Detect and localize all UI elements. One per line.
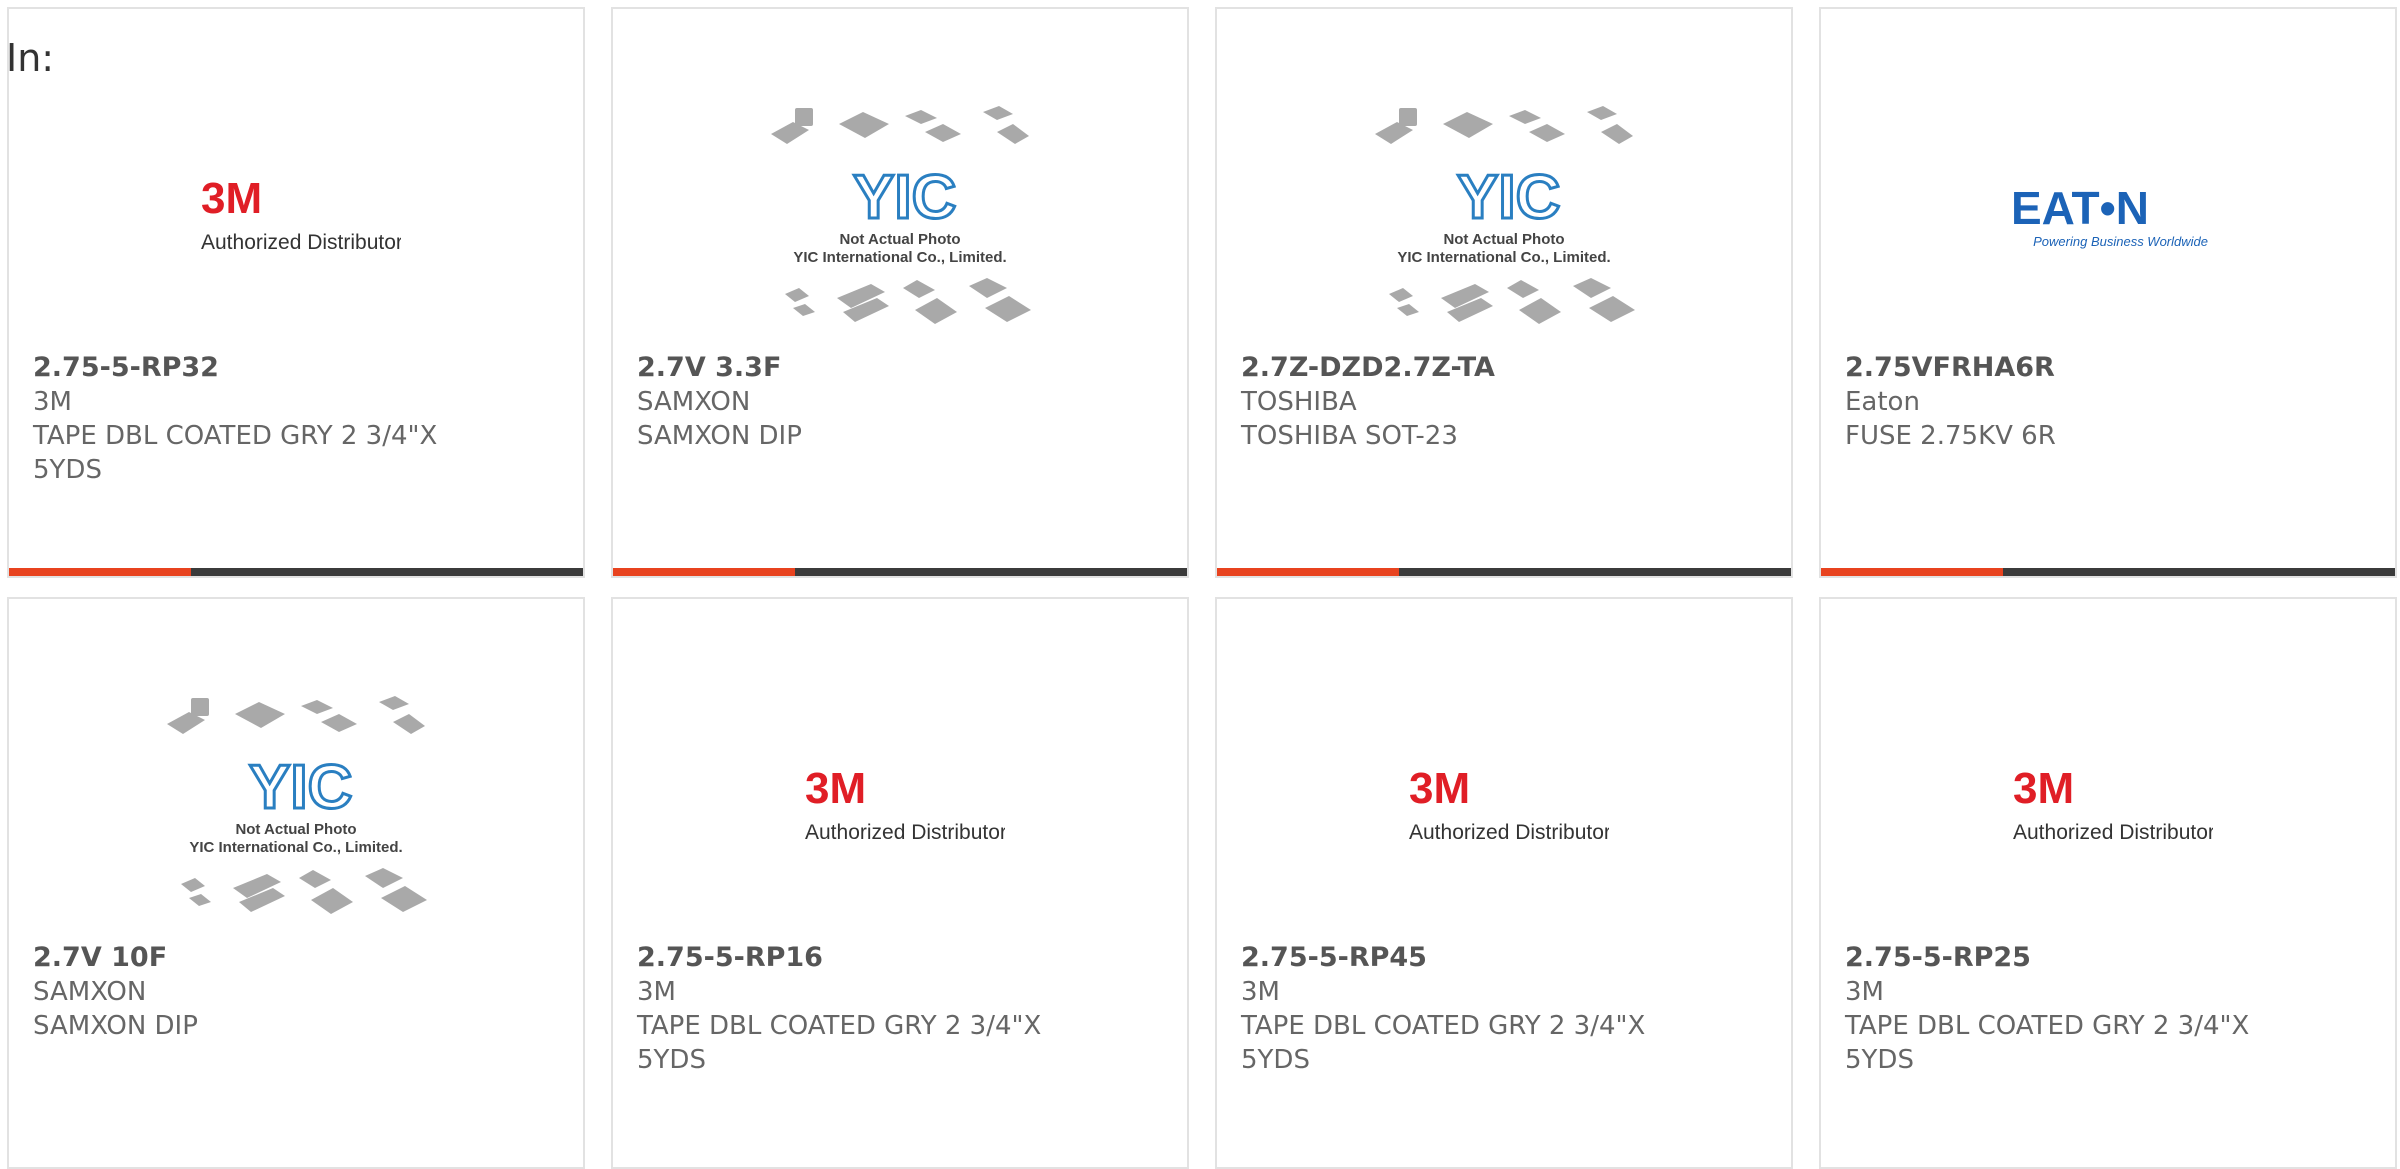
yic-line1: Not Actual Photo xyxy=(235,821,356,838)
product-card[interactable]: YIC Not Actual Photo YIC International C… xyxy=(611,7,1189,578)
description: SAMXON DIP xyxy=(33,1011,198,1041)
description: TAPE DBL COATED GRY 2 3/4"X 5YDS xyxy=(33,421,438,485)
product-image[interactable]: 3M Authorized Distributor xyxy=(9,89,583,351)
manufacturer: 3M xyxy=(1845,977,1884,1007)
manufacturer: 3M xyxy=(33,387,72,417)
product-card[interactable]: 3M Authorized Distributor 2.75-5-RP45 3M… xyxy=(1215,597,1793,1169)
part-number[interactable]: 2.75VFRHA6R xyxy=(1845,351,2375,385)
product-image[interactable]: YIC Not Actual Photo YIC International C… xyxy=(613,89,1187,351)
manufacturer: 3M xyxy=(1241,977,1280,1007)
3m-logo-mark: 3M xyxy=(2013,765,2074,813)
3m-logo-icon: 3M Authorized Distributor xyxy=(201,175,401,254)
yic-logo-mark: YIC xyxy=(249,753,352,822)
product-image[interactable]: YIC Not Actual Photo YIC International C… xyxy=(9,679,583,941)
part-number[interactable]: 2.7V 10F xyxy=(33,941,563,975)
description: TAPE DBL COATED GRY 2 3/4"X 5YDS xyxy=(1241,1011,1646,1075)
manufacturer: 3M xyxy=(637,977,676,1007)
manufacturer: TOSHIBA xyxy=(1241,387,1357,417)
product-card[interactable]: 3M Authorized Distributor 2.75-5-RP16 3M… xyxy=(611,597,1189,1169)
yic-line1: Not Actual Photo xyxy=(1443,231,1564,248)
3m-logo-tagline: Authorized Distributor xyxy=(805,821,1005,844)
3m-logo-tagline: Authorized Distributor xyxy=(201,231,401,254)
description: TAPE DBL COATED GRY 2 3/4"X 5YDS xyxy=(1845,1011,2250,1075)
manufacturer: SAMXON xyxy=(637,387,751,417)
3m-logo-icon: 3M Authorized Distributor xyxy=(2013,765,2213,844)
card-footer-bar xyxy=(613,568,1187,576)
product-image[interactable]: YIC Not Actual Photo YIC International C… xyxy=(1217,89,1791,351)
eaton-logo-icon: EAT•N Powering Business Worldwide xyxy=(2011,182,2208,249)
description: SAMXON DIP xyxy=(637,421,802,451)
yic-line1: Not Actual Photo xyxy=(839,231,960,248)
part-number[interactable]: 2.7Z-DZD2.7Z-TA xyxy=(1241,351,1771,385)
description: TOSHIBA SOT-23 xyxy=(1241,421,1458,451)
card-footer-bar xyxy=(1217,568,1791,576)
description: TAPE DBL COATED GRY 2 3/4"X 5YDS xyxy=(637,1011,1042,1075)
yic-placeholder-icon: YIC Not Actual Photo YIC International C… xyxy=(771,106,1031,324)
yic-placeholder-icon: YIC Not Actual Photo YIC International C… xyxy=(167,696,427,914)
product-image[interactable]: EAT•N Powering Business Worldwide xyxy=(1821,89,2395,351)
product-image[interactable]: 3M Authorized Distributor xyxy=(613,679,1187,941)
3m-logo-tagline: Authorized Distributor xyxy=(1409,821,1609,844)
product-card[interactable]: 3M Authorized Distributor 2.75-5-RP32 3M… xyxy=(7,7,585,578)
yic-placeholder-icon: YIC Not Actual Photo YIC International C… xyxy=(1375,106,1635,324)
yic-logo-mark: YIC xyxy=(853,163,956,232)
product-card[interactable]: YIC Not Actual Photo YIC International C… xyxy=(7,597,585,1169)
product-image[interactable]: 3M Authorized Distributor xyxy=(1217,679,1791,941)
manufacturer: Eaton xyxy=(1845,387,1920,417)
yic-line2: YIC International Co., Limited. xyxy=(1397,249,1610,266)
3m-logo-mark: 3M xyxy=(1409,765,1470,813)
manufacturer: SAMXON xyxy=(33,977,147,1007)
card-footer-bar xyxy=(1821,568,2395,576)
part-number[interactable]: 2.7V 3.3F xyxy=(637,351,1167,385)
product-card[interactable]: YIC Not Actual Photo YIC International C… xyxy=(1215,7,1793,578)
3m-logo-tagline: Authorized Distributor xyxy=(2013,821,2213,844)
part-number[interactable]: 2.75-5-RP45 xyxy=(1241,941,1771,975)
card-footer-bar xyxy=(9,568,583,576)
description: FUSE 2.75KV 6R xyxy=(1845,421,2056,451)
3m-logo-mark: 3M xyxy=(805,765,866,813)
yic-line2: YIC International Co., Limited. xyxy=(189,839,402,856)
yic-logo-mark: YIC xyxy=(1457,163,1560,232)
page-label: In: xyxy=(6,36,55,80)
product-card[interactable]: 3M Authorized Distributor 2.75-5-RP25 3M… xyxy=(1819,597,2397,1169)
product-image[interactable]: 3M Authorized Distributor xyxy=(1821,679,2395,941)
part-number[interactable]: 2.75-5-RP32 xyxy=(33,351,563,385)
eaton-logo-tagline: Powering Business Worldwide xyxy=(2033,234,2208,249)
3m-logo-icon: 3M Authorized Distributor xyxy=(1409,765,1609,844)
yic-line2: YIC International Co., Limited. xyxy=(793,249,1006,266)
3m-logo-icon: 3M Authorized Distributor xyxy=(805,765,1005,844)
3m-logo-mark: 3M xyxy=(201,175,262,223)
product-card[interactable]: EAT•N Powering Business Worldwide 2.75VF… xyxy=(1819,7,2397,578)
part-number[interactable]: 2.75-5-RP25 xyxy=(1845,941,2375,975)
eaton-logo-mark: EAT•N xyxy=(2011,182,2149,234)
part-number[interactable]: 2.75-5-RP16 xyxy=(637,941,1167,975)
